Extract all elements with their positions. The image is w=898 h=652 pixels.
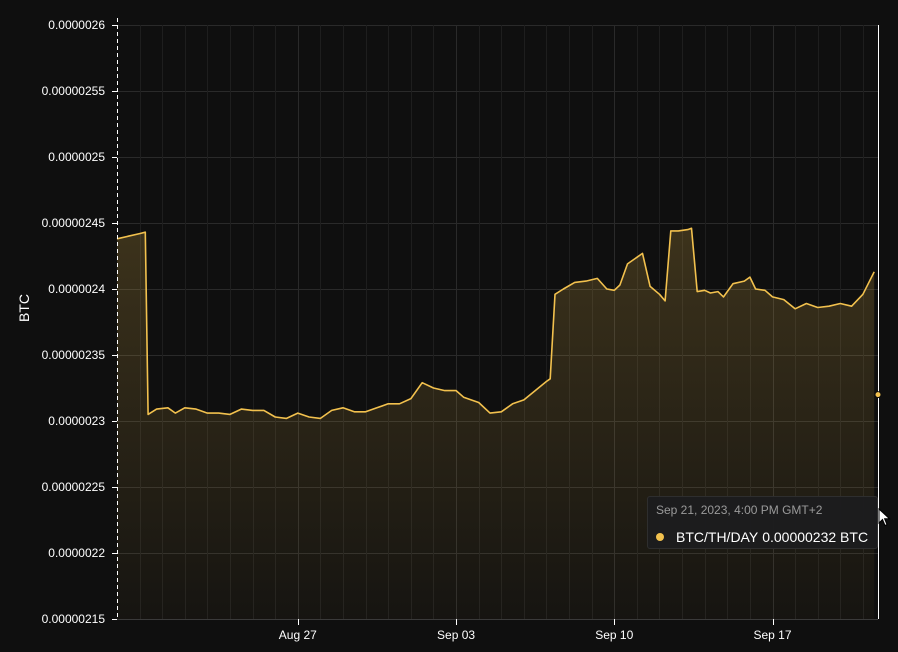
tooltip-series-label: BTC/TH/DAY bbox=[676, 529, 759, 545]
hashprice-chart[interactable]: 0.0000026 0.00000255 0.0000025 0.00000245 0.… bbox=[0, 0, 898, 652]
x-tick-label: Aug 27 bbox=[279, 628, 317, 642]
y-tick-label: 0.00000225 bbox=[42, 480, 106, 494]
y-tick-label: 0.00000235 bbox=[42, 348, 106, 362]
tooltip-value-row: BTC/TH/DAY 0.00000232 BTC bbox=[656, 529, 868, 545]
y-tick-label: 0.00000245 bbox=[42, 216, 106, 230]
y-axis-label: BTC bbox=[16, 294, 32, 322]
x-tick-label: Sep 17 bbox=[753, 628, 791, 642]
hover-marker bbox=[874, 391, 882, 399]
x-tick-label: Sep 10 bbox=[595, 628, 633, 642]
mouse-cursor-icon bbox=[878, 508, 891, 527]
y-tick-label: 0.0000024 bbox=[48, 282, 105, 296]
y-tick-label: 0.0000022 bbox=[48, 546, 105, 560]
chart-container: 0.0000026 0.00000255 0.0000025 0.00000245 0.… bbox=[0, 0, 898, 652]
tooltip-date: Sep 21, 2023, 4:00 PM GMT+2 bbox=[656, 503, 823, 517]
y-tick-label: 0.00000215 bbox=[42, 612, 106, 626]
y-tick-label: 0.00000255 bbox=[42, 84, 106, 98]
x-tick-label: Sep 03 bbox=[437, 628, 475, 642]
series-color-dot bbox=[656, 533, 664, 541]
y-axis-ticks: 0.0000026 0.00000255 0.0000025 0.00000245 0.… bbox=[42, 18, 117, 626]
hover-point bbox=[874, 391, 882, 399]
y-tick-label: 0.0000026 bbox=[48, 18, 105, 32]
y-tick-label: 0.0000025 bbox=[48, 150, 105, 164]
hover-tooltip: Sep 21, 2023, 4:00 PM GMT+2 BTC/TH/DAY 0… bbox=[647, 496, 878, 549]
y-tick-label: 0.0000023 bbox=[48, 414, 105, 428]
x-axis-ticks: Aug 27 Sep 03 Sep 10 Sep 17 bbox=[279, 619, 792, 642]
tooltip-value: 0.00000232 BTC bbox=[762, 529, 869, 545]
